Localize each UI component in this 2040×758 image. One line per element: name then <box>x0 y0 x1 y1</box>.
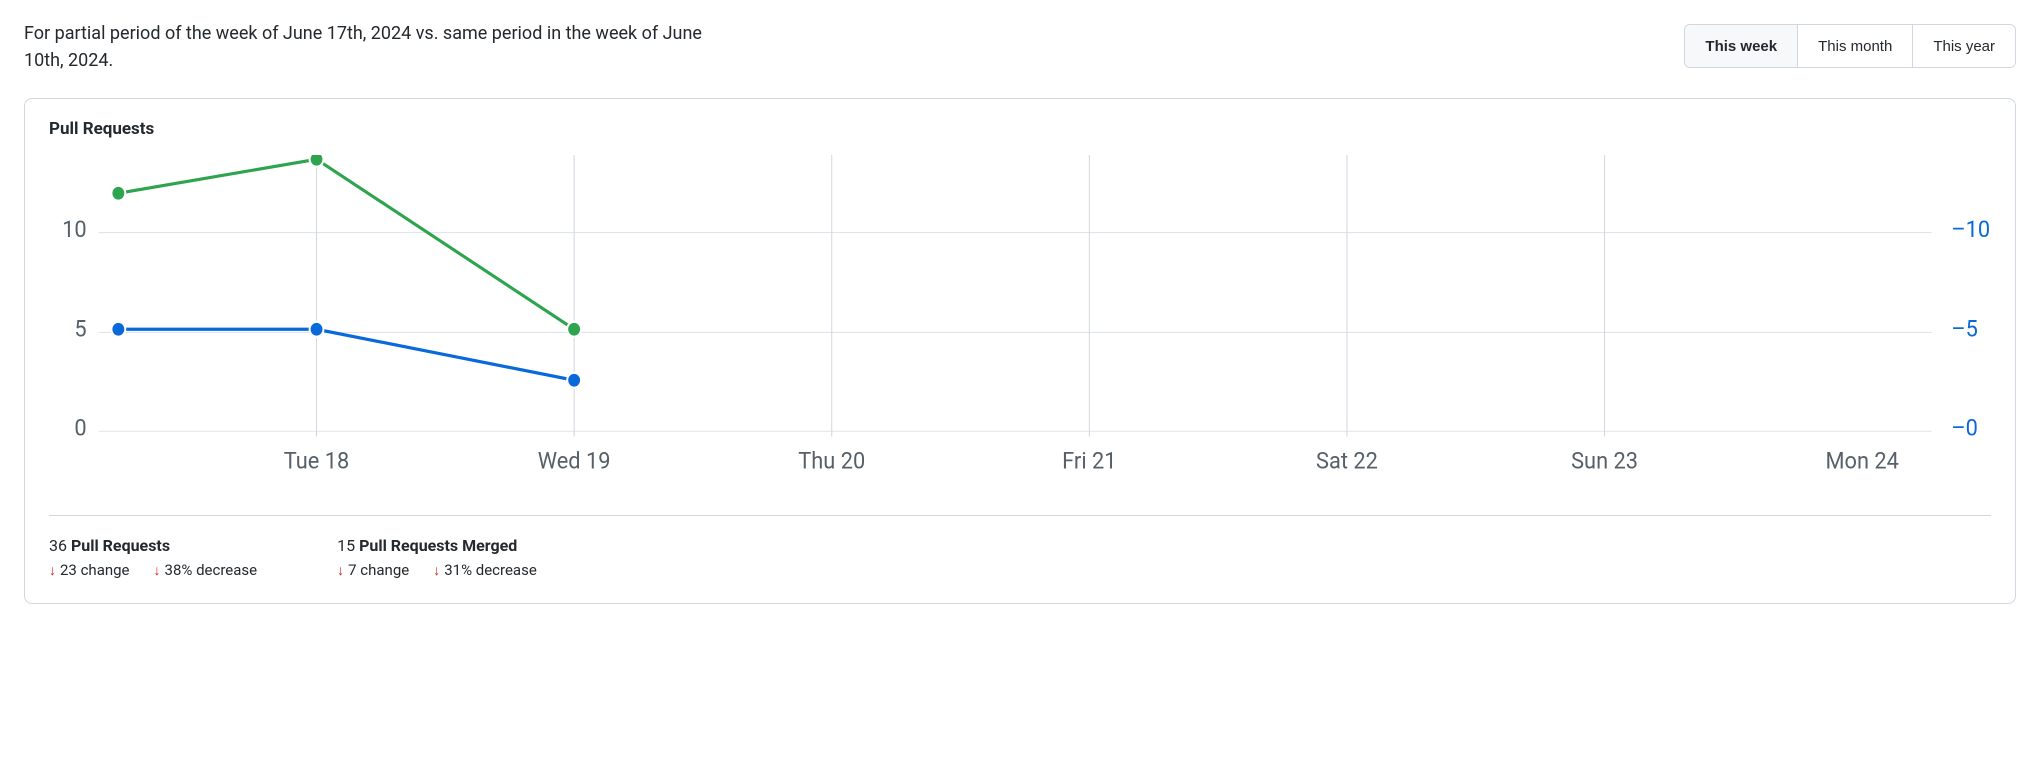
period-description: For partial period of the week of June 1… <box>24 20 724 74</box>
stat-prm-changes: ↓ 7 change ↓ 31% decrease <box>337 561 537 579</box>
svg-text:Mon 24: Mon 24 <box>1825 447 1899 475</box>
chart-footer: 36 Pull Requests ↓ 23 change ↓ 38% decre… <box>49 515 1991 579</box>
arrow-down-icon-3: ↓ <box>337 562 344 579</box>
stat-pr-title: 36 Pull Requests <box>49 536 257 555</box>
stat-pr-change-1: ↓ 23 change <box>49 561 130 579</box>
pull-requests-card: Pull Requests 0 5 10 15 –15 –10 –5 <box>24 98 2016 604</box>
stat-pr-changes: ↓ 23 change ↓ 38% decrease <box>49 561 257 579</box>
stat-prm-change-1-value: 7 change <box>348 561 409 579</box>
stat-pr-change-2: ↓ 38% decrease <box>154 561 258 579</box>
stat-pr-label: Pull Requests <box>71 536 170 555</box>
stat-prm-title: 15 Pull Requests Merged <box>337 536 537 555</box>
chart-svg: 0 5 10 15 –15 –10 –5 –0 Tue 18 Wed 19 Th… <box>49 155 1991 495</box>
svg-text:Sun 23: Sun 23 <box>1571 447 1638 475</box>
stat-prm-label: Pull Requests Merged <box>359 536 517 555</box>
svg-text:–10: –10 <box>1951 215 1990 243</box>
svg-text:Fri 21: Fri 21 <box>1062 447 1116 475</box>
period-btn-week[interactable]: This week <box>1685 25 1798 67</box>
stat-pull-requests: 36 Pull Requests ↓ 23 change ↓ 38% decre… <box>49 536 257 579</box>
stat-pull-requests-merged: 15 Pull Requests Merged ↓ 7 change ↓ 31%… <box>337 536 537 579</box>
chart-title: Pull Requests <box>49 119 1991 139</box>
period-selector: This week This month This year <box>1684 24 2016 68</box>
svg-text:Tue 18: Tue 18 <box>284 447 349 475</box>
page-header: For partial period of the week of June 1… <box>24 20 2016 74</box>
svg-text:Thu 20: Thu 20 <box>798 447 865 475</box>
stat-pr-change-1-value: 23 change <box>60 561 130 579</box>
svg-text:Sat 22: Sat 22 <box>1316 447 1378 475</box>
arrow-down-icon: ↓ <box>49 562 56 579</box>
chart-area: 0 5 10 15 –15 –10 –5 –0 Tue 18 Wed 19 Th… <box>49 155 1991 495</box>
svg-text:10: 10 <box>62 215 87 243</box>
svg-text:5: 5 <box>74 315 86 343</box>
arrow-down-icon-4: ↓ <box>433 562 440 579</box>
period-btn-year[interactable]: This year <box>1913 25 2015 67</box>
stat-prm-change-2: ↓ 31% decrease <box>433 561 537 579</box>
svg-text:–5: –5 <box>1951 315 1978 343</box>
stat-pr-change-2-value: 38% decrease <box>165 561 258 579</box>
stat-prm-count: 15 <box>337 536 355 555</box>
period-btn-month[interactable]: This month <box>1798 25 1913 67</box>
arrow-down-icon-2: ↓ <box>154 562 161 579</box>
stat-prm-change-2-value: 31% decrease <box>444 561 537 579</box>
svg-text:0: 0 <box>74 414 86 442</box>
stat-pr-count: 36 <box>49 536 67 555</box>
svg-text:Wed 19: Wed 19 <box>538 447 611 475</box>
svg-text:–0: –0 <box>1951 414 1978 442</box>
stat-prm-change-1: ↓ 7 change <box>337 561 409 579</box>
